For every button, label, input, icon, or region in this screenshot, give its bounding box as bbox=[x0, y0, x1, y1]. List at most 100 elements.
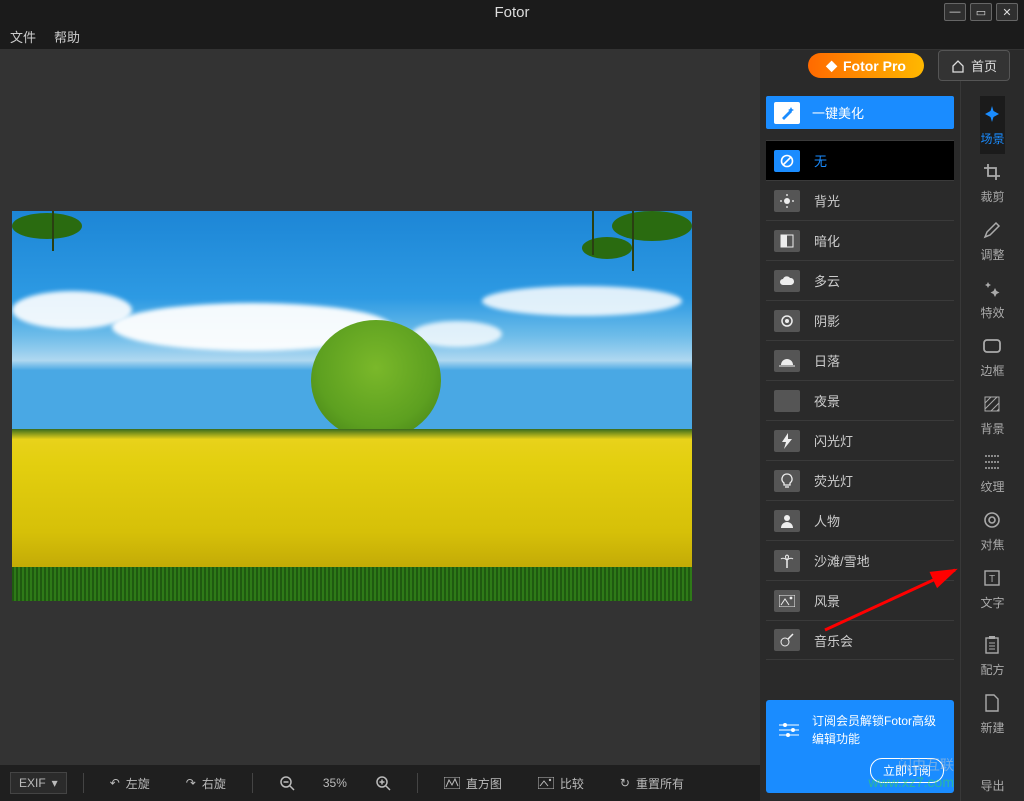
stars-icon bbox=[981, 277, 1003, 299]
svg-text:T: T bbox=[989, 574, 995, 585]
fotor-pro-button[interactable]: ◆ Fotor Pro bbox=[808, 53, 924, 78]
zoom-in-icon bbox=[375, 775, 391, 791]
scene-header-label: 一键美化 bbox=[812, 103, 864, 122]
rail-item-border[interactable]: 边框 bbox=[980, 328, 1004, 386]
scene-item-cloudy[interactable]: 多云 bbox=[766, 260, 954, 300]
moon-icon bbox=[774, 390, 800, 412]
rail-item-texture[interactable]: 纹理 bbox=[980, 444, 1004, 502]
rail-item-recipe[interactable]: 配方 bbox=[980, 627, 1004, 685]
rail-item-export[interactable]: 导出 bbox=[980, 743, 1004, 801]
rail-item-crop[interactable]: 裁剪 bbox=[980, 154, 1004, 212]
scene-item-label: 阴影 bbox=[814, 311, 840, 330]
scene-item-fluorescent[interactable]: 荧光灯 bbox=[766, 460, 954, 500]
zoom-out-button[interactable] bbox=[269, 771, 305, 795]
reset-label: 重置所有 bbox=[636, 775, 684, 792]
rotate-left-button[interactable]: ↶ 左旋 bbox=[100, 771, 160, 796]
rail-item-label: 对焦 bbox=[980, 536, 1004, 553]
clipboard-icon bbox=[981, 634, 1003, 656]
rail-item-effect[interactable]: 特效 bbox=[980, 270, 1004, 328]
rail-item-label: 配方 bbox=[980, 661, 1004, 678]
menu-help[interactable]: 帮助 bbox=[54, 27, 80, 46]
scene-header[interactable]: 一键美化 bbox=[766, 96, 954, 129]
backlight-icon bbox=[774, 190, 800, 212]
window-maximize-button[interactable]: ▭ bbox=[970, 3, 992, 21]
rail-item-bg[interactable]: 背景 bbox=[980, 386, 1004, 444]
window-close-button[interactable]: ✕ bbox=[996, 3, 1018, 21]
bulb-icon bbox=[774, 470, 800, 492]
scene-item-label: 人物 bbox=[814, 511, 840, 530]
scene-item-none[interactable]: 无 bbox=[766, 140, 954, 180]
crop-icon bbox=[981, 161, 1003, 183]
hatch-icon bbox=[981, 393, 1003, 415]
window-minimize-button[interactable]: — bbox=[944, 3, 966, 21]
home-button[interactable]: 首页 bbox=[938, 50, 1010, 81]
zoom-in-button[interactable] bbox=[365, 771, 401, 795]
scene-item-shadow[interactable]: 阴影 bbox=[766, 300, 954, 340]
top-right-bar: ◆ Fotor Pro 首页 bbox=[808, 50, 1010, 81]
promo-subscribe-button[interactable]: 立即订阅 bbox=[870, 758, 944, 783]
scene-item-label: 无 bbox=[814, 151, 827, 170]
rail-item-label: 场景 bbox=[980, 130, 1004, 147]
scene-item-landscape[interactable]: 风景 bbox=[766, 580, 954, 620]
scene-item-backlight[interactable]: 背光 bbox=[766, 180, 954, 220]
compare-button[interactable]: 比较 bbox=[528, 771, 594, 796]
scene-item-label: 闪光灯 bbox=[814, 431, 853, 450]
scene-item-label: 沙滩/雪地 bbox=[814, 551, 870, 570]
scene-item-portrait[interactable]: 人物 bbox=[766, 500, 954, 540]
target-icon bbox=[981, 509, 1003, 531]
scene-item-label: 背光 bbox=[814, 191, 840, 210]
scene-item-label: 多云 bbox=[814, 271, 840, 290]
rail-item-label: 文字 bbox=[980, 594, 1004, 611]
menu-file[interactable]: 文件 bbox=[10, 27, 36, 46]
rail-item-label: 边框 bbox=[980, 362, 1004, 379]
scene-item-flash[interactable]: 闪光灯 bbox=[766, 420, 954, 460]
shadow-icon bbox=[774, 310, 800, 332]
rail-item-scene[interactable]: 场景 bbox=[980, 96, 1004, 154]
scene-item-label: 夜景 bbox=[814, 391, 840, 410]
rotate-right-button[interactable]: ↷ 右旋 bbox=[176, 771, 236, 796]
cloud-icon bbox=[774, 270, 800, 292]
right-rail: 场景裁剪调整特效边框背景纹理对焦 T 文字 配方新建导出 bbox=[960, 50, 1024, 801]
bottom-toolbar: EXIF ▾ ↶ 左旋 ↷ 右旋 35% bbox=[0, 765, 760, 801]
rail-item-text[interactable]: T 文字 bbox=[980, 560, 1004, 618]
home-label: 首页 bbox=[971, 56, 997, 75]
scene-list: 无背光暗化多云阴影日落夜景闪光灯荧光灯人物沙滩/雪地风景音乐会 bbox=[766, 140, 954, 660]
photo-canvas[interactable] bbox=[12, 211, 692, 601]
rail-item-adjust[interactable]: 调整 bbox=[980, 212, 1004, 270]
scene-item-night[interactable]: 夜景 bbox=[766, 380, 954, 420]
reset-button[interactable]: ↻ 重置所有 bbox=[610, 771, 694, 796]
file-icon bbox=[981, 692, 1003, 714]
scene-item-concert[interactable]: 音乐会 bbox=[766, 620, 954, 660]
rail-item-label: 调整 bbox=[980, 246, 1004, 263]
separator bbox=[417, 773, 418, 793]
sliders-icon bbox=[776, 717, 802, 743]
pencil-icon bbox=[981, 219, 1003, 241]
scene-item-sunset[interactable]: 日落 bbox=[766, 340, 954, 380]
histogram-button[interactable]: 直方图 bbox=[434, 771, 512, 796]
scene-item-beach[interactable]: 沙滩/雪地 bbox=[766, 540, 954, 580]
menubar: 文件 帮助 bbox=[0, 24, 1024, 50]
sparkle-icon bbox=[981, 103, 1003, 125]
rail-item-focus[interactable]: 对焦 bbox=[980, 502, 1004, 560]
guitar-icon bbox=[774, 629, 800, 651]
grid-icon bbox=[981, 451, 1003, 473]
none-icon bbox=[774, 150, 800, 172]
zoom-value[interactable]: 35% bbox=[323, 776, 347, 790]
scene-item-label: 暗化 bbox=[814, 231, 840, 250]
rail-item-label: 背景 bbox=[980, 420, 1004, 437]
palm-icon bbox=[774, 550, 800, 572]
rotate-right-icon: ↷ bbox=[186, 776, 196, 790]
exif-button[interactable]: EXIF ▾ bbox=[10, 772, 67, 794]
pro-label: Fotor Pro bbox=[843, 58, 906, 74]
promo-card: 订阅会员解锁Fotor高级编辑功能 立即订阅 bbox=[766, 700, 954, 793]
rail-item-label: 纹理 bbox=[980, 478, 1004, 495]
canvas-column: EXIF ▾ ↶ 左旋 ↷ 右旋 35% bbox=[0, 50, 760, 801]
person-icon bbox=[774, 510, 800, 532]
rotate-right-label: 右旋 bbox=[202, 775, 226, 792]
zoom-group: 35% bbox=[269, 771, 401, 795]
 bbox=[981, 750, 1003, 772]
scene-item-label: 音乐会 bbox=[814, 631, 853, 650]
rail-item-new[interactable]: 新建 bbox=[980, 685, 1004, 743]
histogram-label: 直方图 bbox=[466, 775, 502, 792]
scene-item-darken[interactable]: 暗化 bbox=[766, 220, 954, 260]
